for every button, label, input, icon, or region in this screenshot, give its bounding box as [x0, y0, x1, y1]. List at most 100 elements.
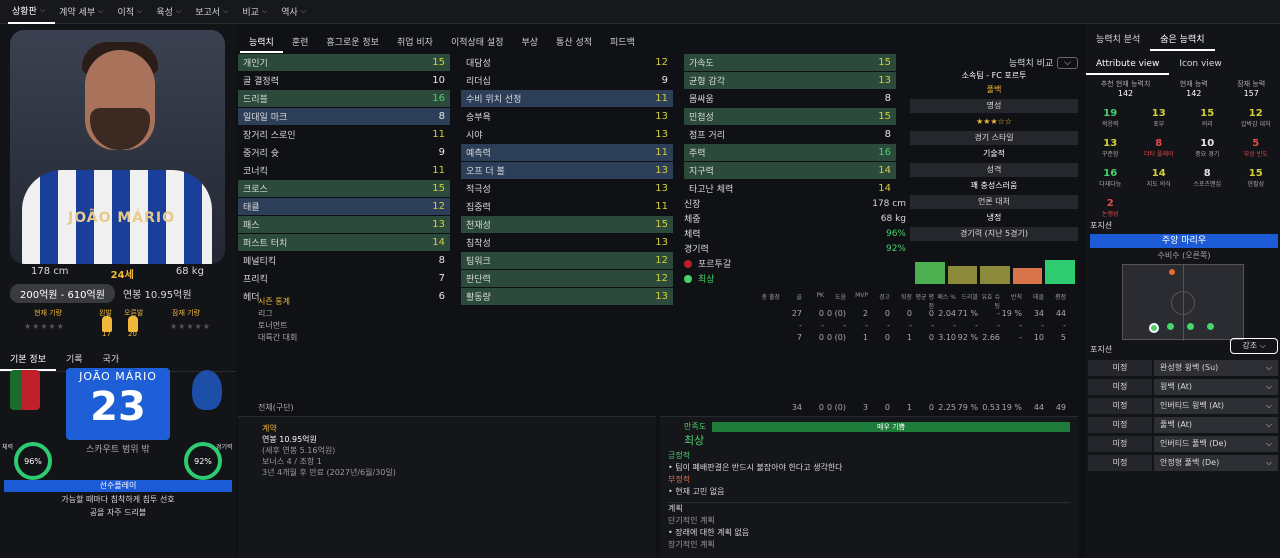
nav-item[interactable]: 비교 ⌵ [238, 0, 277, 24]
attribute-row[interactable]: 천재성 15 [461, 216, 673, 234]
season-title[interactable]: 시즌 통계 [238, 296, 358, 307]
attribute-row[interactable]: 일대일 마크 8 [238, 108, 450, 126]
compare-dropdown[interactable]: ⌵ [1057, 56, 1078, 69]
satisfaction-panel: 만족도 매우 기쁨 최상 긍정적 • 팀이 폐배판결은 반드시 불잡아야 한다고… [660, 416, 1078, 558]
attribute-row[interactable]: 중거리 슛 9 [238, 144, 450, 162]
attribute-row[interactable]: 집중력 11 [461, 198, 673, 216]
right-panel: 능력치 분석 숨은 능력치 Attribute view Icon view 추… [1086, 24, 1280, 558]
attribute-row[interactable]: 주력 16 [684, 144, 896, 162]
attr-tab[interactable]: 훈련 [283, 32, 318, 53]
attribute-row[interactable]: 승부욕 13 [461, 108, 673, 126]
attr-tab[interactable]: 취업 비자 [388, 32, 442, 53]
condition-gauge: 96% [14, 442, 52, 480]
attribute-row[interactable]: 오프 더 볼 13 [461, 162, 673, 180]
role-row[interactable]: 미정 인버티드 풀백 (De) ⌵ [1088, 435, 1278, 453]
attribute-row[interactable]: 퍼스트 터치 14 [238, 234, 450, 252]
personality-label: 성격 [910, 163, 1078, 177]
season-cell: 19 % [1001, 308, 1022, 318]
attribute-row[interactable]: 드리블 16 [238, 90, 450, 108]
tab-ability-analysis[interactable]: 능력치 분석 [1086, 28, 1150, 51]
attribute-value: 12 [655, 255, 668, 266]
nav-item[interactable]: 이적 ⌵ [113, 0, 152, 24]
morale-icon [684, 274, 692, 283]
attr-tab[interactable]: 통산 성적 [547, 32, 601, 53]
attribute-row[interactable]: 몸싸움 8 [684, 90, 896, 108]
season-cell: 49 [1055, 402, 1066, 412]
tab-hidden-attributes[interactable]: 숨은 능력치 [1150, 28, 1215, 51]
attribute-label: 페널티킥 [243, 257, 277, 267]
attribute-row[interactable]: 개인기 15 [238, 54, 450, 72]
contract-title[interactable]: 계약 [262, 423, 648, 434]
nav-item[interactable]: 계약 세부 ⌵ [55, 0, 113, 24]
role-row[interactable]: 미정 완성형 윙백 (Su) ⌵ [1088, 359, 1278, 377]
attribute-row[interactable]: 균형 감각 13 [684, 72, 896, 90]
season-row-label: 토너먼트 [258, 320, 288, 330]
season-cell: 71 % [957, 308, 978, 318]
season-cell: - [821, 320, 824, 330]
tab-basic-info[interactable]: 기본 정보 [0, 348, 56, 371]
attribute-label: 집중력 [466, 203, 491, 213]
attribute-value: 15 [878, 57, 891, 68]
attribute-label: 팀워크 [466, 257, 491, 267]
role-row[interactable]: 미정 인버티드 윙백 (At) ⌵ [1088, 397, 1278, 415]
attr-tab[interactable]: 능력치 [240, 32, 283, 53]
attr-tab[interactable]: 이적상태 설정 [442, 32, 513, 53]
attribute-row[interactable]: 수비 위치 선정 11 [461, 90, 673, 108]
attribute-row[interactable]: 팀워크 12 [461, 252, 673, 270]
attribute-row[interactable]: 페널티킥 8 [238, 252, 450, 270]
left-panel: JOÃO MÁRIO 178 cm 24세 68 kg 200억원 - 610억… [0, 24, 236, 558]
attr-tab[interactable]: 흥그로운 정보 [317, 32, 388, 53]
satisfaction-title[interactable]: 만족도 [684, 421, 706, 432]
current-ability-label: 현재 기량 [34, 309, 62, 317]
role-row[interactable]: 미정 풀백 (At) ⌵ [1088, 416, 1278, 434]
attribute-row[interactable]: 민첩성 15 [684, 108, 896, 126]
tab-attribute-view[interactable]: Attribute view [1086, 55, 1170, 75]
season-cell: - [843, 320, 846, 330]
attribute-row[interactable]: 프리킥 7 [238, 270, 450, 288]
attribute-row[interactable]: 리더십 9 [461, 72, 673, 90]
attribute-row[interactable]: 예측력 11 [461, 144, 673, 162]
nav-item[interactable]: 보고서 ⌵ [191, 0, 238, 24]
attribute-row[interactable]: 대담성 12 [461, 54, 673, 72]
age: 24세 [110, 270, 134, 281]
attribute-row[interactable]: 지구력 14 [684, 162, 896, 180]
hidden-attribute: 14 지도 의식 [1146, 168, 1171, 188]
attribute-row[interactable]: 골 결정력 10 [238, 72, 450, 90]
attribute-row[interactable]: 태클 12 [238, 198, 450, 216]
bio-row: 최상 [684, 271, 906, 286]
role-row[interactable]: 미정 윙백 (At) ⌵ [1088, 378, 1278, 396]
attribute-row[interactable]: 판단력 12 [461, 270, 673, 288]
attribute-value: 14 [878, 183, 891, 194]
physical-column: 가속도 15 균형 감각 13 몸싸움 8 민첩성 15 점프 거리 8 주력 16 지구력 14 타고난 … [684, 54, 896, 198]
tab-icon-view[interactable]: Icon view [1169, 55, 1231, 75]
attribute-row[interactable]: 크로스 15 [238, 180, 450, 198]
attribute-row[interactable]: 침착성 13 [461, 234, 673, 252]
attribute-label: 침착성 [466, 239, 491, 249]
hidden-attribute: 16 다재다능 [1099, 168, 1122, 188]
attribute-row[interactable]: 가속도 15 [684, 54, 896, 72]
role-row[interactable]: 미정 안정형 풀백 (De) ⌵ [1088, 454, 1278, 472]
ability-item: 현재 능력 142 [1179, 80, 1208, 98]
attribute-row[interactable]: 패스 13 [238, 216, 450, 234]
left-foot-value: 17 [102, 330, 111, 338]
attr-tab[interactable]: 부상 [512, 32, 547, 53]
attribute-row[interactable]: 적극성 13 [461, 180, 673, 198]
season-cell: 92 % [957, 332, 978, 342]
attribute-row[interactable]: 시야 13 [461, 126, 673, 144]
attribute-label: 프리킥 [243, 275, 268, 285]
attribute-row[interactable]: 장거리 스로인 11 [238, 126, 450, 144]
season-cell: - [865, 320, 868, 330]
attribute-value: 13 [878, 75, 891, 86]
highlight-dropdown[interactable]: 강조 ⌵ [1230, 338, 1278, 354]
season-cell: 3 [862, 402, 868, 412]
season-cell: 44 [1033, 402, 1044, 412]
nav-item[interactable]: 상황판 ⌵ [8, 0, 56, 24]
attribute-label: 리더십 [466, 77, 491, 87]
attribute-row[interactable]: 코너킥 11 [238, 162, 450, 180]
attr-tab[interactable]: 피드백 [601, 32, 644, 53]
nav-item[interactable]: 역사 ⌵ [277, 0, 316, 24]
attribute-label: 패스 [243, 221, 260, 231]
nav-item[interactable]: 육성 ⌵ [152, 0, 191, 24]
attribute-row[interactable]: 점프 거리 8 [684, 126, 896, 144]
hidden-attribute: 13 꾸준함 [1101, 138, 1119, 158]
